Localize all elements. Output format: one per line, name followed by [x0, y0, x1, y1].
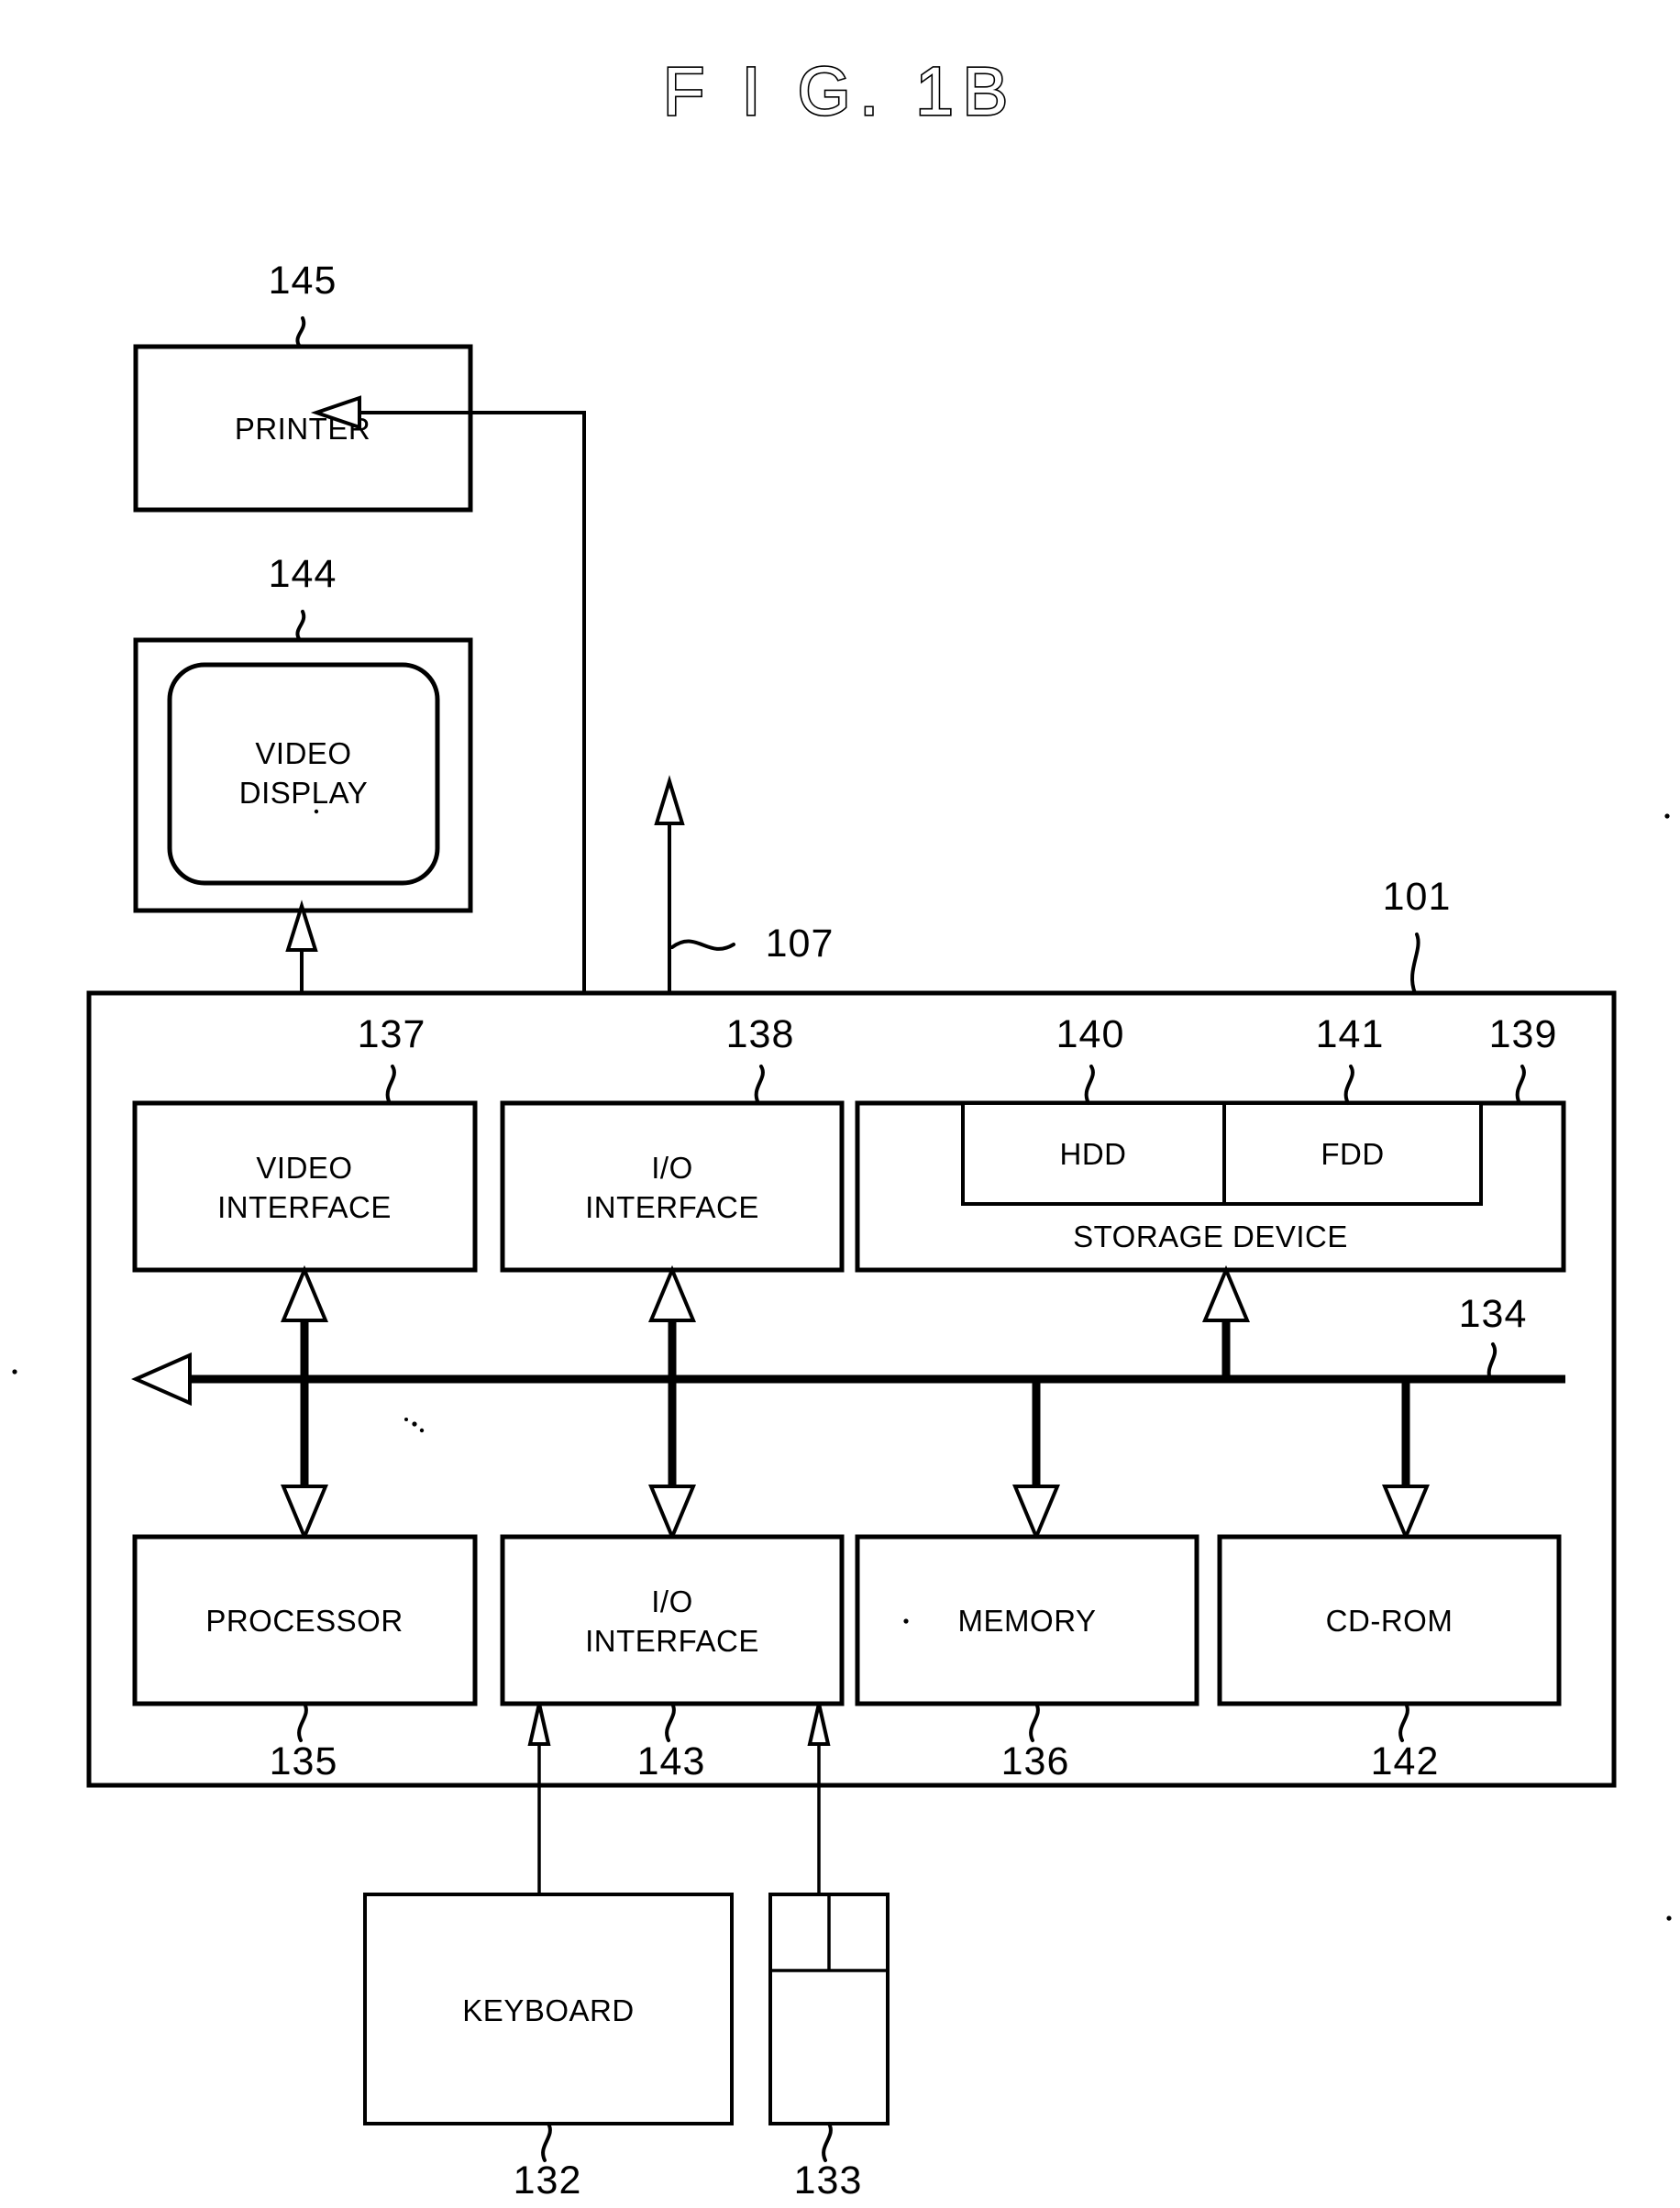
internal-bus-ref: 134	[1459, 1292, 1528, 1336]
speck	[1664, 813, 1670, 819]
video-display-ref-leader	[295, 610, 306, 642]
video-display-label-line1: VIDEO	[255, 736, 351, 770]
external-bus-ref: 107	[766, 922, 834, 966]
speck	[412, 1421, 417, 1427]
io-interface-bot-label-line2: INTERFACE	[585, 1624, 759, 1658]
mouse-ref: 133	[794, 2158, 863, 2202]
io-interface-top-label-line1: I/O	[651, 1151, 693, 1185]
external-bus-ref-leader	[670, 939, 735, 951]
video-display-block: VIDEO DISPLAY 144	[133, 552, 473, 913]
io-interface-top-ref: 138	[726, 1012, 795, 1056]
figure-title: F I G. 1B	[663, 53, 1017, 129]
keyboard-label: KEYBOARD	[462, 1993, 634, 2027]
cdrom-label: CD-ROM	[1326, 1604, 1453, 1638]
video-display-screen	[167, 662, 440, 886]
patent-figure-1b: F I G. 1B PRINTER 145 VIDEO DISPLAY 144	[12, 51, 1672, 2202]
storage-device-label: STORAGE DEVICE	[1073, 1220, 1348, 1253]
video-display-label-line2: DISPLAY	[239, 776, 368, 810]
mouse-ref-leader	[822, 2122, 833, 2162]
printer-ref-leader	[295, 316, 306, 348]
io-interface-top-box	[500, 1100, 845, 1273]
memory-label: MEMORY	[958, 1604, 1097, 1638]
video-display-ref: 144	[269, 552, 337, 596]
speck	[404, 1418, 408, 1421]
video-interface-box	[132, 1100, 478, 1273]
speck	[1666, 1915, 1672, 1921]
io-interface-top-label-line2: INTERFACE	[585, 1190, 759, 1224]
hdd-label: HDD	[1060, 1137, 1127, 1171]
fdd-label: FDD	[1321, 1137, 1384, 1171]
fdd-ref: 141	[1316, 1012, 1385, 1056]
external-bus-up-arrowhead	[654, 775, 685, 825]
video-interface-ref: 137	[358, 1012, 426, 1056]
printer-block: PRINTER 145	[133, 259, 473, 513]
keyboard-ref: 132	[514, 2158, 582, 2202]
memory-ref: 136	[1001, 1739, 1070, 1783]
speck	[903, 1618, 909, 1624]
keyboard-ref-leader	[541, 2122, 552, 2162]
io-interface-bot-label-line1: I/O	[651, 1584, 693, 1618]
cdrom-ref: 142	[1371, 1739, 1440, 1783]
video-interface-label-line1: VIDEO	[256, 1151, 352, 1185]
printer-ref: 145	[269, 259, 337, 303]
io-interface-bot-ref: 143	[637, 1739, 706, 1783]
figure-canvas: F I G. 1B PRINTER 145 VIDEO DISPLAY 144	[0, 0, 1680, 2208]
hdd-ref: 140	[1056, 1012, 1125, 1056]
io-interface-bot-box	[500, 1534, 845, 1706]
video-interface-label-line2: INTERFACE	[217, 1190, 392, 1224]
speck	[12, 1369, 17, 1374]
processor-ref: 135	[270, 1739, 338, 1783]
speck	[419, 1428, 425, 1433]
system-unit-ref-leader	[1410, 933, 1420, 995]
processor-label: PROCESSOR	[205, 1604, 403, 1638]
storage-device-ref: 139	[1489, 1012, 1558, 1056]
speck	[314, 809, 319, 814]
system-unit-ref: 101	[1383, 875, 1452, 919]
